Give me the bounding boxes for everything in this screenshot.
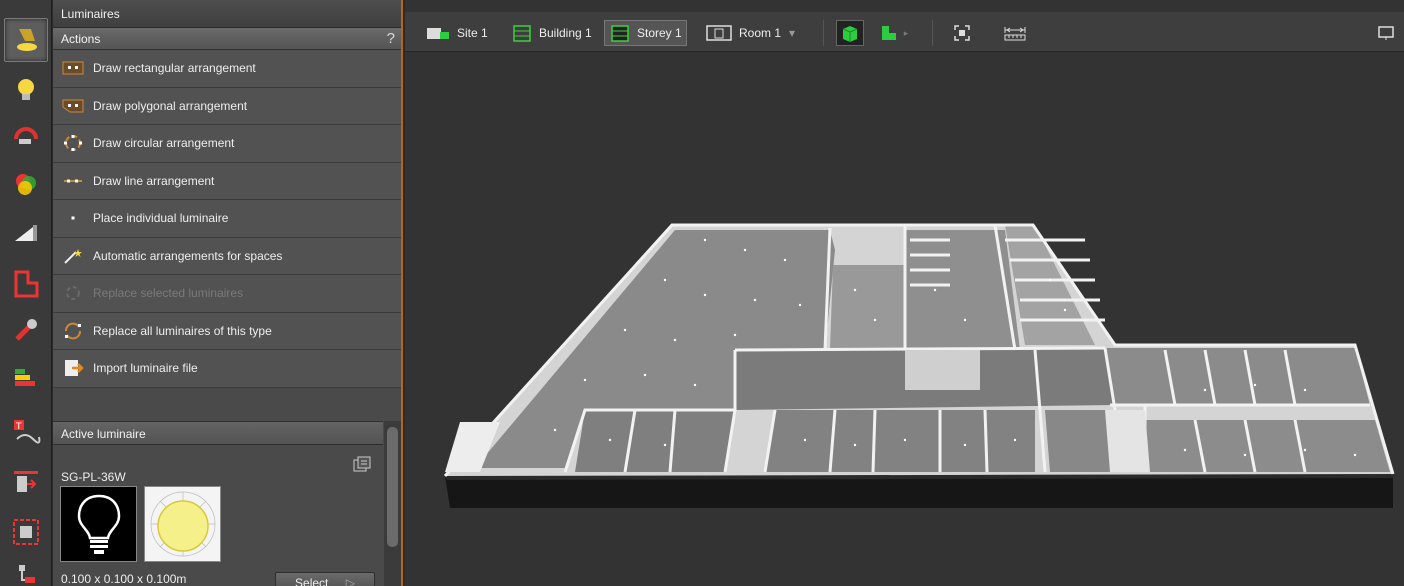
active-luminaire-section: SG-PL-36W 0.100 x 0.100 x 0.100m Select … (53, 446, 383, 586)
breadcrumb-building[interactable]: Building 1 (507, 20, 596, 46)
toolbar-separator (823, 20, 824, 46)
circular-arrangement-icon (61, 134, 85, 152)
magic-wand-icon (61, 247, 85, 265)
luminaires-panel: Luminaires Actions ? Draw rectangular ar… (53, 0, 403, 586)
polygon-arrangement-icon (61, 97, 85, 115)
hierarchy-icon[interactable] (4, 556, 48, 586)
breadcrumb-label: Site 1 (457, 26, 488, 40)
viewport-toolbar: Site 1 Building 1 Storey 1 Room 1 ▾ ▸ (405, 12, 1404, 52)
action-label: Replace selected luminaires (93, 286, 244, 301)
single-luminaire-icon (61, 209, 85, 227)
breadcrumb-room[interactable]: Room 1 ▾ (701, 20, 799, 46)
storey-3d-model[interactable] (405, 60, 1404, 586)
import-file-icon (61, 359, 85, 377)
action-label: Draw rectangular arrangement (93, 61, 256, 76)
breadcrumb-site[interactable]: Site 1 (421, 20, 492, 46)
action-automatic-arrangements[interactable]: Automatic arrangements for spaces (53, 237, 401, 275)
text-label-icon[interactable]: T (4, 410, 48, 454)
select-luminaire-button[interactable]: Select ▷ (275, 572, 375, 586)
breadcrumb-label: Room 1 (739, 26, 782, 40)
luminaire-light-distribution (144, 486, 221, 562)
light-bulb-icon[interactable] (4, 68, 48, 112)
view-menu-arrow-icon[interactable]: ▸ (899, 20, 913, 46)
action-label: Automatic arrangements for spaces (93, 248, 283, 263)
action-draw-polygonal[interactable]: Draw polygonal arrangement (53, 87, 401, 125)
action-draw-rectangular[interactable]: Draw rectangular arrangement (53, 50, 401, 88)
screen-toggle-button[interactable] (1372, 20, 1400, 46)
action-label: Draw circular arrangement (93, 136, 235, 151)
replace-all-icon (61, 322, 85, 340)
replace-selected-icon (61, 284, 85, 302)
display-icon[interactable] (4, 510, 48, 554)
floor-plan-icon (882, 26, 896, 40)
breadcrumb-label: Storey 1 (637, 26, 682, 40)
select-button-label: Select (295, 576, 329, 586)
chevron-right-icon: ▷ (345, 576, 355, 586)
action-label: Replace all luminaires of this type (93, 323, 272, 338)
tools-icon[interactable] (4, 308, 48, 352)
polar-diagram-icon (150, 491, 215, 557)
3d-viewport[interactable]: Site 1 Building 1 Storey 1 Room 1 ▾ ▸ (405, 0, 1404, 586)
cube-icon (842, 26, 858, 42)
line-arrangement-icon (61, 172, 85, 190)
panel-scrollbar[interactable] (384, 421, 401, 586)
action-replace-all[interactable]: Replace all luminaires of this type (53, 312, 401, 350)
zoom-extents-button[interactable] (948, 20, 976, 46)
3d-view-button[interactable] (836, 20, 864, 46)
room-icon[interactable] (4, 262, 48, 306)
color-icon[interactable] (4, 162, 48, 206)
luminaires-tool-icon[interactable] (4, 18, 48, 62)
energy-icon[interactable] (4, 356, 48, 400)
action-label: Draw line arrangement (93, 173, 215, 188)
export-icon[interactable] (4, 460, 48, 504)
light-bulb-outline-icon (77, 494, 120, 554)
zoom-extents-icon (954, 25, 970, 41)
breadcrumb-label: Building 1 (539, 26, 592, 40)
measure-button[interactable] (1001, 20, 1029, 46)
svg-text:T: T (15, 422, 22, 432)
storey-icon (611, 25, 629, 42)
copy-icon[interactable] (353, 456, 371, 472)
action-import-file[interactable]: Import luminaire file (53, 350, 401, 388)
action-label: Draw polygonal arrangement (93, 98, 248, 113)
panel-title: Luminaires (53, 0, 401, 28)
rectangle-arrangement-icon (61, 59, 85, 77)
daylight-icon[interactable] (4, 210, 48, 254)
action-label: Place individual luminaire (93, 211, 229, 226)
help-icon[interactable]: ? (387, 28, 395, 50)
ruler-icon (1004, 27, 1026, 41)
luminaire-dimensions: 0.100 x 0.100 x 0.100m (61, 572, 187, 586)
scrollbar-thumb[interactable] (387, 427, 398, 547)
action-draw-circular[interactable]: Draw circular arrangement (53, 125, 401, 163)
toolbar-separator (932, 20, 933, 46)
monitor-icon (1378, 26, 1394, 40)
chevron-down-icon: ▾ (789, 26, 796, 40)
action-place-individual[interactable]: Place individual luminaire (53, 200, 401, 238)
site-icon (427, 28, 449, 39)
action-label: Import luminaire file (93, 361, 198, 376)
breadcrumb-storey[interactable]: Storey 1 (604, 20, 687, 46)
luminaire-name: SG-PL-36W (61, 470, 126, 484)
building-icon (513, 25, 531, 42)
left-toolbar: T (0, 0, 52, 586)
action-draw-line[interactable]: Draw line arrangement (53, 162, 401, 200)
room-icon (706, 25, 732, 41)
luminaire-bulb-image (60, 486, 137, 562)
actions-header-label: Actions (61, 32, 101, 46)
active-luminaire-header: Active luminaire (53, 421, 383, 445)
actions-header[interactable]: Actions ? (53, 28, 401, 50)
light-scenes-icon[interactable] (4, 114, 48, 158)
action-replace-selected: Replace selected luminaires (53, 275, 401, 313)
